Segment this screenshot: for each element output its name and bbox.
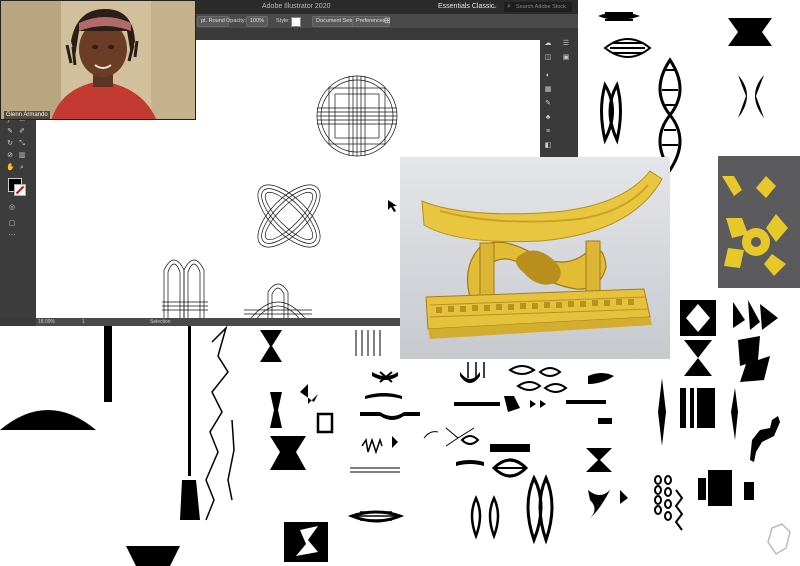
rotate-tool-icon[interactable]: ↻ (6, 140, 14, 148)
ashanti-stool-image (400, 157, 670, 359)
brush-definition-select[interactable]: pt. Round (197, 16, 229, 27)
chevron-down-icon[interactable]: ⌄ (492, 0, 498, 14)
artboards-icon[interactable]: ▣ (562, 54, 570, 62)
libraries-icon[interactable]: ☁ (544, 40, 552, 48)
status-tool-name: Selection (150, 319, 171, 325)
stroke-icon[interactable]: ≡ (544, 128, 552, 136)
interlace-knot-x (257, 184, 321, 248)
arch-shape-middle (244, 283, 312, 318)
symbols-icon[interactable]: ♣ (544, 114, 552, 122)
webcam-feed: Glenn Armando (0, 0, 196, 120)
brushes-icon[interactable]: ✎ (544, 100, 552, 108)
color-icon[interactable]: ◐ (544, 72, 552, 80)
window-title: Adobe Illustrator 2020 (262, 3, 331, 10)
swatches-icon[interactable]: ▦ (544, 86, 552, 94)
style-swatch[interactable] (291, 17, 301, 27)
search-placeholder: Search Adobe Stock (516, 4, 566, 10)
gradient-icon[interactable]: ◧ (544, 142, 552, 150)
lower-right-ornaments (526, 470, 754, 545)
participant-name: Glenn Armando (4, 111, 50, 119)
watermark-hex-icon (767, 523, 791, 556)
artboard-number[interactable]: 1 (82, 318, 85, 326)
yellow-symbol-panel (718, 156, 800, 288)
stool-reference-photo (400, 157, 670, 359)
search-icon: ⌕ (507, 3, 511, 10)
drawing-mode-icon[interactable]: ◎ (8, 204, 16, 212)
arch-shape-left (162, 259, 208, 318)
zoom-tool-icon[interactable]: ⌕ (18, 164, 26, 172)
graph-tool-icon[interactable]: ▥ (18, 152, 26, 160)
presenter-video (1, 1, 195, 119)
left-bottom-ornaments (0, 325, 381, 566)
pencil-tool-icon[interactable]: ✐ (18, 128, 26, 136)
adinkra-yellow-symbol (722, 176, 788, 276)
layers-icon[interactable]: ◫ (544, 54, 552, 62)
opacity-label: Opacity: (226, 18, 247, 24)
properties-icon[interactable]: ☰ (562, 40, 570, 48)
eyedropper-tool-icon[interactable]: ⊘ (6, 152, 14, 160)
opacity-input[interactable]: 100% (246, 16, 269, 27)
interlace-knot-round (316, 75, 398, 157)
workspace-switcher[interactable]: Essentials Classic (438, 0, 494, 14)
search-stock-field[interactable]: ⌕ Search Adobe Stock (504, 2, 572, 12)
hand-tool-icon[interactable]: ✋ (6, 164, 15, 172)
center-bottom-ornaments (347, 362, 614, 540)
scale-tool-icon[interactable]: ⤡ (18, 140, 26, 148)
cursor-arrow-icon (388, 200, 397, 212)
edit-toolbar-icon[interactable]: ⋯ (8, 232, 16, 240)
top-right-ornaments (598, 12, 772, 173)
style-label: Style: (276, 18, 290, 24)
screen-mode-icon[interactable]: ▢ (8, 220, 16, 228)
paintbrush-tool-icon[interactable]: ✎ (6, 128, 14, 136)
zoom-level[interactable]: 18.09% (38, 318, 55, 326)
arrange-icon[interactable]: ⊞ (384, 14, 391, 28)
stroke-swatch[interactable] (14, 184, 26, 196)
mid-right-ornaments (658, 300, 780, 462)
